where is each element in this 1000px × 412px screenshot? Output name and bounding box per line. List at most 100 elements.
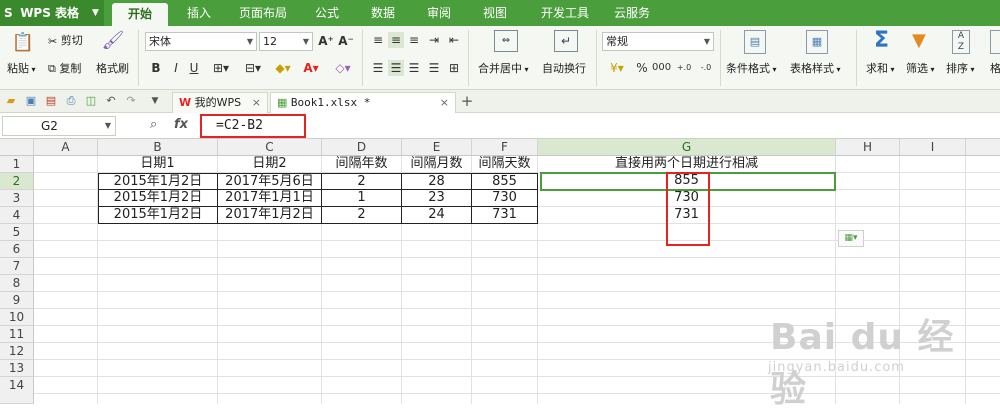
- paste-button[interactable]: 粘贴 ▾: [7, 60, 36, 76]
- cell-f1[interactable]: 间隔天数: [472, 156, 538, 173]
- open-folder-icon[interactable]: ▰: [4, 94, 18, 108]
- zoom-icon[interactable]: ⌕: [150, 117, 157, 132]
- cell-c2[interactable]: 2017年5月6日: [218, 173, 322, 190]
- column-header-g[interactable]: G: [538, 139, 836, 156]
- cell-c3[interactable]: 2017年1月1日: [218, 190, 322, 207]
- tab-cloud[interactable]: 云服务: [606, 0, 658, 26]
- row-header[interactable]: 8: [0, 275, 34, 292]
- wrap-text-button[interactable]: 自动换行: [542, 60, 586, 76]
- undo-icon[interactable]: ↶: [104, 94, 118, 108]
- tab-home[interactable]: 开始: [112, 3, 168, 26]
- conditional-format-button[interactable]: 条件格式 ▾: [726, 60, 777, 76]
- tab-book1[interactable]: ▦ Book1.xlsx * ×: [270, 92, 456, 113]
- cell-e2[interactable]: 28: [402, 173, 472, 190]
- print-icon[interactable]: ⎙: [64, 94, 78, 108]
- cell-b3[interactable]: 2015年1月2日: [98, 190, 218, 207]
- row-header[interactable]: 10: [0, 309, 34, 326]
- cell-g1[interactable]: 直接用两个日期进行相减: [538, 156, 836, 173]
- filter-button[interactable]: 筛选 ▾: [906, 60, 935, 76]
- column-header-h[interactable]: H: [836, 139, 900, 156]
- cell-e1[interactable]: 间隔月数: [402, 156, 472, 173]
- row-header[interactable]: 14: [0, 377, 34, 404]
- justify-icon[interactable]: ☰: [426, 60, 442, 76]
- row-header[interactable]: 1: [0, 156, 34, 173]
- decrease-decimal-icon[interactable]: -.0: [696, 60, 716, 76]
- column-header-d[interactable]: D: [322, 139, 402, 156]
- column-header-f[interactable]: F: [472, 139, 538, 156]
- cell-d3[interactable]: 1: [322, 190, 402, 207]
- row-header[interactable]: 7: [0, 258, 34, 275]
- increase-decimal-icon[interactable]: +.0: [674, 60, 694, 76]
- font-name-select[interactable]: 宋体 ▼: [145, 32, 257, 51]
- select-all-corner[interactable]: [0, 139, 34, 156]
- font-size-select[interactable]: 12 ▼: [259, 32, 313, 51]
- copy-button[interactable]: ⧉ 复制: [48, 60, 81, 76]
- close-icon[interactable]: ×: [252, 93, 261, 112]
- save-icon[interactable]: ▣: [24, 94, 38, 108]
- cell-e4[interactable]: 24: [402, 207, 472, 224]
- outdent-icon[interactable]: ⇤: [446, 32, 462, 48]
- column-header-i[interactable]: I: [900, 139, 966, 156]
- formula-input[interactable]: =C2-B2: [200, 114, 306, 138]
- row-header[interactable]: 3: [0, 190, 34, 207]
- decrease-font-icon[interactable]: A⁻: [338, 33, 354, 49]
- customize-dropdown-icon[interactable]: ▼: [148, 94, 162, 108]
- print-preview-icon[interactable]: ◫: [84, 94, 98, 108]
- cell-d1[interactable]: 间隔年数: [322, 156, 402, 173]
- row-header[interactable]: 4: [0, 207, 34, 224]
- cell-c4[interactable]: 2017年1月2日: [218, 207, 322, 224]
- fill-color-icon[interactable]: ◆▾: [270, 60, 296, 76]
- wps-logo-button[interactable]: S WPS 表格 ▼: [0, 0, 104, 26]
- sum-button[interactable]: 求和 ▾: [866, 60, 895, 76]
- align-bottom-icon[interactable]: ≡: [406, 32, 422, 48]
- thousands-icon[interactable]: 000: [652, 60, 671, 76]
- cell-f3[interactable]: 730: [472, 190, 538, 207]
- fx-button[interactable]: fx: [174, 117, 188, 132]
- column-header-e[interactable]: E: [402, 139, 472, 156]
- column-header-b[interactable]: B: [98, 139, 218, 156]
- bold-button[interactable]: B: [148, 60, 164, 76]
- distribute-icon[interactable]: ⊞: [446, 60, 462, 76]
- tab-review[interactable]: 审阅: [418, 0, 460, 26]
- tab-view[interactable]: 视图: [474, 0, 516, 26]
- merge-center-button[interactable]: 合并居中 ▾: [478, 60, 529, 76]
- align-top-icon[interactable]: ≡: [370, 32, 386, 48]
- border-icon[interactable]: ⊞▾: [208, 60, 234, 76]
- paste-options-icon[interactable]: ▦▾: [838, 230, 864, 247]
- row-header[interactable]: 2: [0, 173, 34, 190]
- align-left-icon[interactable]: ☰: [370, 60, 386, 76]
- cell-f2[interactable]: 855: [472, 173, 538, 190]
- font-color-icon[interactable]: A▾: [298, 60, 324, 76]
- align-right-icon[interactable]: ☰: [406, 60, 422, 76]
- row-header[interactable]: 13: [0, 360, 34, 377]
- row-header[interactable]: 12: [0, 343, 34, 360]
- column-header-c[interactable]: C: [218, 139, 322, 156]
- align-center-icon[interactable]: ☰: [388, 60, 404, 76]
- tab-data[interactable]: 数据: [362, 0, 404, 26]
- row-header[interactable]: 9: [0, 292, 34, 309]
- redo-icon[interactable]: ↷: [124, 94, 138, 108]
- tab-formulas[interactable]: 公式: [306, 0, 348, 26]
- cell-b1[interactable]: 日期1: [98, 156, 218, 173]
- cell-b4[interactable]: 2015年1月2日: [98, 207, 218, 224]
- italic-button[interactable]: I: [168, 60, 184, 76]
- align-middle-icon[interactable]: ≡: [388, 32, 404, 48]
- row-header[interactable]: 11: [0, 326, 34, 343]
- merge-border-icon[interactable]: ⊟▾: [240, 60, 266, 76]
- tab-developer[interactable]: 开发工具: [534, 0, 596, 26]
- cell-f4[interactable]: 731: [472, 207, 538, 224]
- clear-format-icon[interactable]: ◇▾: [330, 60, 356, 76]
- column-header-a[interactable]: A: [34, 139, 98, 156]
- row-header[interactable]: 5: [0, 224, 34, 241]
- underline-button[interactable]: U: [186, 60, 202, 76]
- cell-e3[interactable]: 23: [402, 190, 472, 207]
- export-pdf-icon[interactable]: ▤: [44, 94, 58, 108]
- tab-insert[interactable]: 插入: [178, 0, 220, 26]
- cell-d2[interactable]: 2: [322, 173, 402, 190]
- cell-d4[interactable]: 2: [322, 207, 402, 224]
- sort-button[interactable]: 排序 ▾: [946, 60, 975, 76]
- name-box[interactable]: G2 ▼: [2, 116, 116, 136]
- table-style-button[interactable]: 表格样式 ▾: [790, 60, 841, 76]
- cell-c1[interactable]: 日期2: [218, 156, 322, 173]
- tab-page-layout[interactable]: 页面布局: [232, 0, 294, 26]
